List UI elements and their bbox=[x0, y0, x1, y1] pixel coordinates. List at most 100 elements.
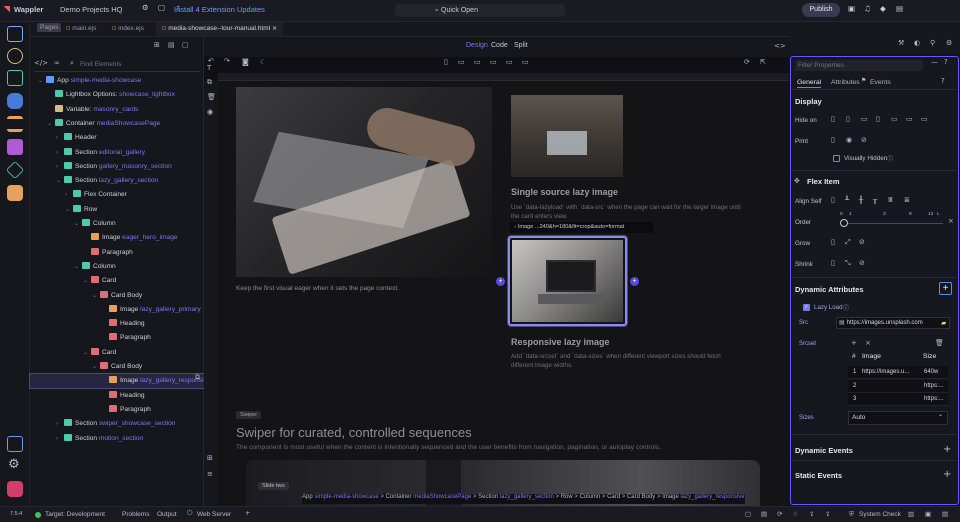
tab-media-showcase[interactable]: ▫ media-showcase--tour-manual.html × bbox=[156, 22, 284, 37]
settings-icon[interactable]: ⚙ bbox=[946, 40, 952, 47]
hide-tablet-landscape-icon[interactable]: ▯ bbox=[876, 115, 880, 123]
add-after-icon[interactable]: + bbox=[630, 277, 639, 286]
hide-widescreen-icon[interactable]: ▭ bbox=[921, 115, 928, 123]
web-server-button[interactable]: Web Server bbox=[197, 511, 231, 518]
align-baseline-icon[interactable]: ≣ bbox=[904, 196, 910, 204]
server-connect-icon[interactable] bbox=[7, 70, 23, 86]
add-dynamic-attribute-button[interactable]: + bbox=[939, 282, 952, 295]
device-tablet-landscape-icon[interactable]: ▭ bbox=[474, 59, 481, 66]
align-center-icon[interactable]: ╫ bbox=[859, 196, 863, 204]
card1-image[interactable] bbox=[511, 95, 623, 177]
tree-item[interactable]: › Flex Container bbox=[30, 188, 204, 202]
chevron-down-icon[interactable]: ⌄ bbox=[92, 289, 100, 303]
quick-open-box[interactable]: ⌕ Quick Open bbox=[395, 4, 565, 17]
hide-phone-landscape-icon[interactable]: ▯ bbox=[846, 115, 850, 123]
tree-item[interactable]: ⌄ Card bbox=[30, 274, 204, 288]
grow-default-icon[interactable]: ▯ bbox=[831, 238, 835, 246]
help-icon[interactable]: ? bbox=[944, 59, 948, 66]
tab-index-ejs[interactable]: ▫ index.ejs bbox=[106, 22, 150, 37]
panel-toggle-icon[interactable]: ▤ bbox=[942, 511, 948, 518]
monitor-icon[interactable]: ▣ bbox=[848, 5, 855, 13]
add-before-icon[interactable]: + bbox=[496, 277, 505, 286]
add-static-event-icon[interactable]: + bbox=[943, 469, 951, 480]
pin-icon[interactable]: ⚲ bbox=[930, 40, 935, 47]
sync-icon[interactable]: ⟳ bbox=[777, 511, 782, 518]
order-clear-icon[interactable]: × bbox=[948, 217, 954, 225]
assets-icon[interactable] bbox=[7, 139, 23, 155]
item-actions-icon[interactable]: ⧉ bbox=[195, 374, 200, 381]
tab-general[interactable]: General bbox=[797, 79, 822, 88]
palette-icon[interactable]: ◐ bbox=[914, 40, 920, 47]
hero-image[interactable] bbox=[236, 87, 492, 277]
print-hide-icon[interactable]: ⊘ bbox=[861, 136, 867, 144]
tree-item[interactable]: ⌄ Card Body bbox=[30, 360, 204, 374]
tree-item[interactable]: ⌄ Container mediaShowcasePage bbox=[30, 117, 204, 131]
tree-item[interactable]: ⌄ Card bbox=[30, 346, 204, 360]
srcset-row-size[interactable]: https:... bbox=[924, 393, 948, 405]
tree-item[interactable]: Paragraph bbox=[30, 246, 204, 260]
view-design[interactable]: Design bbox=[466, 42, 488, 49]
external-preview-icon[interactable]: ⇱ bbox=[760, 59, 766, 66]
chevron-right-icon[interactable]: › bbox=[56, 131, 64, 145]
bell-icon[interactable]: ♫ bbox=[864, 5, 871, 13]
help-circle-icon[interactable]: ? bbox=[941, 78, 945, 85]
tree-item[interactable]: › Section swiper_showcase_section bbox=[30, 417, 204, 431]
breadcrumb-item[interactable]: App bbox=[302, 494, 313, 500]
robot-icon[interactable] bbox=[7, 185, 23, 201]
camera-icon[interactable]: ◙ bbox=[242, 59, 249, 66]
info-icon[interactable]: ⓘ bbox=[843, 303, 849, 312]
add-icon[interactable]: + bbox=[245, 510, 250, 517]
components-icon[interactable]: ⊞ bbox=[154, 42, 160, 49]
grow-off-icon[interactable]: ⊘ bbox=[859, 238, 865, 246]
chevron-right-icon[interactable]: › bbox=[56, 432, 64, 446]
align-start-icon[interactable]: ╨ bbox=[845, 196, 849, 204]
tree-item[interactable]: ⌄ Card Body bbox=[30, 289, 204, 303]
thumbs-up-icon[interactable]: ☝ bbox=[793, 511, 797, 518]
filter-properties-input[interactable] bbox=[795, 60, 923, 71]
info-icon[interactable]: ⓘ bbox=[887, 154, 893, 163]
workflows-icon[interactable] bbox=[7, 48, 23, 64]
project-selector[interactable]: Demo Projects HQ bbox=[60, 5, 123, 14]
tree-item[interactable]: ⌄ Section lazy_gallery_section bbox=[30, 174, 204, 188]
chevron-down-icon[interactable]: ⌄ bbox=[65, 203, 73, 217]
tree-item[interactable]: › Section gallery_masonry_section bbox=[30, 160, 204, 174]
chevron-right-icon[interactable]: › bbox=[56, 417, 64, 431]
device-desktop-icon[interactable]: ▭ bbox=[506, 59, 513, 66]
trash-icon[interactable]: 🗑 bbox=[935, 339, 944, 347]
find-elements-input[interactable] bbox=[80, 59, 190, 70]
shrink-on-icon[interactable]: ⤡ bbox=[845, 259, 851, 268]
order-slider-track[interactable] bbox=[843, 223, 943, 224]
tab-events[interactable]: Events bbox=[870, 79, 891, 86]
tree-item[interactable]: › Header bbox=[30, 131, 204, 145]
chevron-down-icon[interactable]: ⌄ bbox=[74, 217, 82, 231]
moon-icon[interactable]: ☾ bbox=[260, 59, 266, 66]
order-slider-thumb[interactable] bbox=[840, 219, 848, 227]
breadcrumb-item-id[interactable]: lazy_gallery_section bbox=[500, 494, 554, 500]
tree-item[interactable]: ⌄ Column bbox=[30, 260, 204, 274]
grid-icon[interactable]: ⊞ bbox=[207, 455, 213, 462]
problems-button[interactable]: Problems bbox=[122, 511, 149, 518]
system-check-button[interactable]: System Check bbox=[859, 511, 901, 518]
window-icon[interactable]: ▤ bbox=[896, 5, 903, 13]
server-icon[interactable]: ▤ bbox=[168, 42, 175, 49]
terminal-icon[interactable] bbox=[7, 436, 23, 452]
srcset-row-size[interactable]: https:... bbox=[924, 380, 948, 392]
breadcrumb-item[interactable]: Card bbox=[607, 494, 620, 500]
tools-icon[interactable]: ⚒ bbox=[898, 40, 904, 47]
shrink-default-icon[interactable]: ▯ bbox=[831, 259, 835, 267]
srcset-row[interactable]: 2 https:... bbox=[848, 379, 948, 393]
tree-item[interactable]: Lightbox Options: showcase_lightbox bbox=[30, 88, 204, 102]
add-dynamic-event-icon[interactable]: + bbox=[943, 444, 951, 455]
database-icon[interactable] bbox=[7, 93, 23, 109]
align-end-icon[interactable]: ╥ bbox=[873, 196, 877, 204]
breadcrumb-item[interactable]: Row bbox=[561, 494, 573, 500]
sidebar-toggle-icon[interactable]: ▥ bbox=[908, 511, 914, 518]
remove-row-icon[interactable]: × bbox=[865, 339, 871, 347]
update-notice[interactable]: Install 4 Extension Updates bbox=[174, 5, 265, 14]
pages-icon[interactable] bbox=[7, 26, 23, 42]
breadcrumb-item-id[interactable]: simple-media-showcase bbox=[314, 494, 378, 500]
tree-item[interactable]: Paragraph bbox=[30, 331, 204, 345]
src-input[interactable]: ▤ https://images.unsplash.com bbox=[836, 317, 950, 329]
tree-item[interactable]: Heading bbox=[30, 317, 204, 331]
srcset-row-size[interactable]: 640w bbox=[924, 366, 948, 378]
